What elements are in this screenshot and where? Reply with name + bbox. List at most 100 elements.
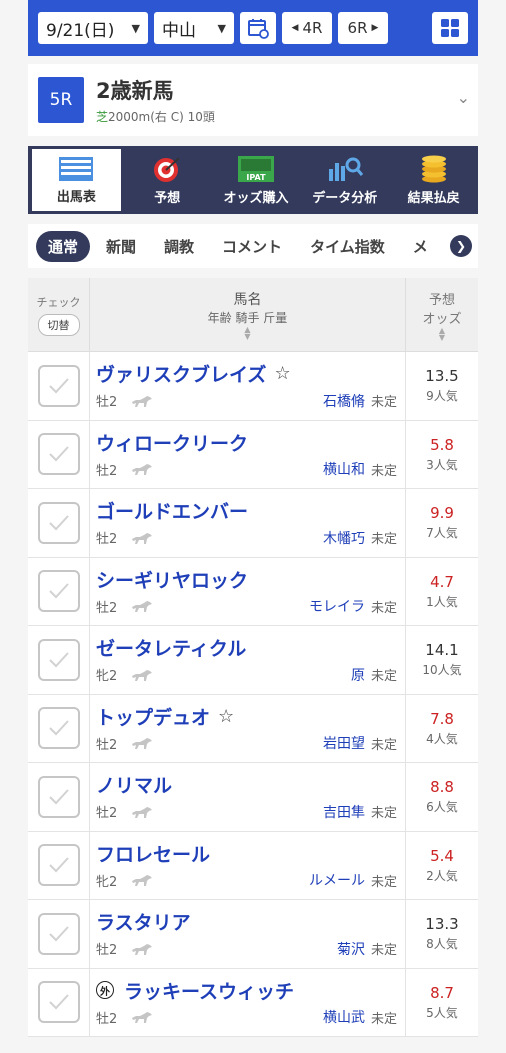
popularity-rank: 3人気 <box>426 457 458 472</box>
row-checkbox[interactable] <box>37 501 80 544</box>
menu-label: 結果払戻 <box>407 190 460 206</box>
jockey-name[interactable]: 木幡巧 <box>323 528 365 548</box>
date-select[interactable]: 9/21(日) ▼ <box>38 12 148 44</box>
horse-name[interactable]: ヴァリスクブレイズ <box>96 360 266 387</box>
popularity-rank: 6人気 <box>426 800 458 815</box>
horse-name-line: ノリマル <box>96 771 397 798</box>
jockey-name[interactable]: ルメール <box>309 870 365 890</box>
menu-results-payout[interactable]: 結果払戻 <box>389 146 478 214</box>
horse-name[interactable]: ノリマル <box>96 771 172 798</box>
star-icon[interactable]: ☆ <box>274 363 290 384</box>
checkmark-icon <box>48 515 69 531</box>
row-checkbox[interactable] <box>37 775 80 818</box>
popularity-rank: 2人気 <box>426 868 458 883</box>
row-checkbox[interactable] <box>37 844 80 887</box>
horse-cell: シーギリヤロック 牡2 モレイラ 未定 <box>90 557 406 625</box>
sex-age: 牡2 <box>96 1011 118 1027</box>
horse-name[interactable]: ゴールドエンバー <box>96 497 248 524</box>
row-checkbox[interactable] <box>37 707 80 750</box>
jockey-name[interactable]: 横山武 <box>323 1007 365 1027</box>
horse-name[interactable]: ラッキースウィッチ <box>124 977 294 1004</box>
tab-comment[interactable]: コメント <box>210 231 294 262</box>
horse-details: 牡2 岩田望 未定 <box>96 733 397 753</box>
jockey-name[interactable]: モレイラ <box>309 596 365 616</box>
tab-training[interactable]: 調教 <box>152 231 206 262</box>
horse-details: 牡2 横山和 未定 <box>96 459 397 479</box>
popularity-rank: 7人気 <box>426 526 458 541</box>
toggle-button[interactable]: 切替 <box>37 313 80 336</box>
checkmark-icon <box>48 652 69 668</box>
jockey-name[interactable]: 菊沢 <box>337 939 365 959</box>
table-row: ゼータレティクル 牝2 原 未定 14.1 10人気 <box>28 626 478 695</box>
row-checkbox[interactable] <box>37 638 80 681</box>
popularity-rank: 4人気 <box>426 731 458 746</box>
odds-value: 8.7 <box>430 983 454 1002</box>
grid-menu-button[interactable] <box>432 12 468 44</box>
row-checkbox[interactable] <box>37 364 80 407</box>
jockey-name[interactable]: 岩田望 <box>323 733 365 753</box>
chevron-right-icon[interactable]: ❯ <box>450 235 472 257</box>
horse-name-line: フロレセール <box>96 840 397 867</box>
entry-table: チェック 切替 馬名 年齢 騎手 斤量 ▲ ▼ 予想 オッズ ▲ ▼ ヴァリスク… <box>28 278 478 1037</box>
weight: 未定 <box>370 1011 397 1027</box>
tab-newspaper[interactable]: 新聞 <box>94 231 148 262</box>
horse-cell: ノリマル 牡2 吉田隼 未定 <box>90 763 406 831</box>
tab-normal[interactable]: 通常 <box>36 230 91 262</box>
race-header[interactable]: 5R 2歳新馬 芝2000m(右 C) 10頭 ⌄ <box>28 64 478 136</box>
menu-odds-purchase[interactable]: IPAT オッズ購入 <box>212 146 301 214</box>
menu-entry-table[interactable]: 出馬表 <box>32 149 121 211</box>
check-cell <box>28 489 90 557</box>
row-checkbox[interactable] <box>37 570 80 613</box>
menu-label: 予想 <box>154 190 181 206</box>
horse-silhouette-icon <box>132 669 152 681</box>
calendar-button[interactable] <box>240 12 276 44</box>
menu-data-analysis[interactable]: データ分析 <box>300 146 389 214</box>
table-row: フロレセール 牝2 ルメール 未定 5.4 2人気 <box>28 831 478 900</box>
menu-label: 出馬表 <box>56 189 96 205</box>
name-column-header[interactable]: 馬名 年齢 騎手 斤量 ▲ ▼ <box>90 278 406 351</box>
odds-value: 8.8 <box>430 778 454 797</box>
chart-search-icon <box>328 157 363 181</box>
popularity-rank: 9人気 <box>426 389 458 404</box>
check-cell <box>28 968 90 1036</box>
horse-name[interactable]: ゼータレティクル <box>96 634 246 661</box>
checkmark-icon <box>48 994 69 1010</box>
row-checkbox[interactable] <box>37 981 80 1024</box>
horse-name[interactable]: シーギリヤロック <box>96 566 248 593</box>
odds-value: 4.7 <box>430 572 454 591</box>
horse-name[interactable]: ウィロークリーク <box>96 429 248 456</box>
horse-name-line: 外 ラッキースウィッチ <box>96 977 397 1004</box>
tab-time-index[interactable]: タイム指数 <box>298 231 397 262</box>
menu-prediction[interactable]: 予想 <box>123 146 212 214</box>
next-race-button[interactable]: 6R ▶ <box>338 12 388 44</box>
row-checkbox[interactable] <box>37 433 80 476</box>
row-checkbox[interactable] <box>37 912 80 955</box>
horse-name[interactable]: フロレセール <box>96 840 210 867</box>
horse-name[interactable]: トップデュオ <box>96 703 210 730</box>
horse-silhouette-icon <box>132 532 152 544</box>
odds-cell: 13.3 8人気 <box>406 900 478 968</box>
venue-select[interactable]: 中山 ▼ <box>154 12 234 44</box>
jockey-name[interactable]: 石橋脩 <box>323 391 365 411</box>
jockey-name[interactable]: 横山和 <box>323 459 365 479</box>
odds-cell: 13.5 9人気 <box>406 352 478 420</box>
odds-cell: 5.4 2人気 <box>406 832 478 900</box>
horse-name[interactable]: ラスタリア <box>96 908 191 935</box>
horse-silhouette-icon <box>132 943 152 955</box>
view-tabs: 通常 新聞 調教 コメント タイム指数 メ ❯ <box>28 224 478 268</box>
check-column-header: チェック 切替 <box>28 278 90 351</box>
chevron-down-icon[interactable]: ⌄ <box>457 88 470 107</box>
course-label: 2000m(右 C) 10頭 <box>108 110 215 124</box>
horse-cell: ゼータレティクル 牝2 原 未定 <box>90 626 406 694</box>
table-header: チェック 切替 馬名 年齢 騎手 斤量 ▲ ▼ 予想 オッズ ▲ ▼ <box>28 278 478 352</box>
caret-down-icon: ▼ <box>217 21 226 35</box>
foreign-horse-mark: 外 <box>96 981 114 999</box>
checkmark-icon <box>48 789 69 805</box>
odds-column-header[interactable]: 予想 オッズ ▲ ▼ <box>406 278 478 351</box>
prev-race-button[interactable]: ◀ 4R <box>282 12 332 44</box>
star-icon[interactable]: ☆ <box>218 706 234 727</box>
horse-cell: ウィロークリーク 牡2 横山和 未定 <box>90 420 406 488</box>
jockey-name[interactable]: 吉田隼 <box>323 802 365 822</box>
jockey-name[interactable]: 原 <box>351 665 365 685</box>
weight: 未定 <box>370 669 397 684</box>
